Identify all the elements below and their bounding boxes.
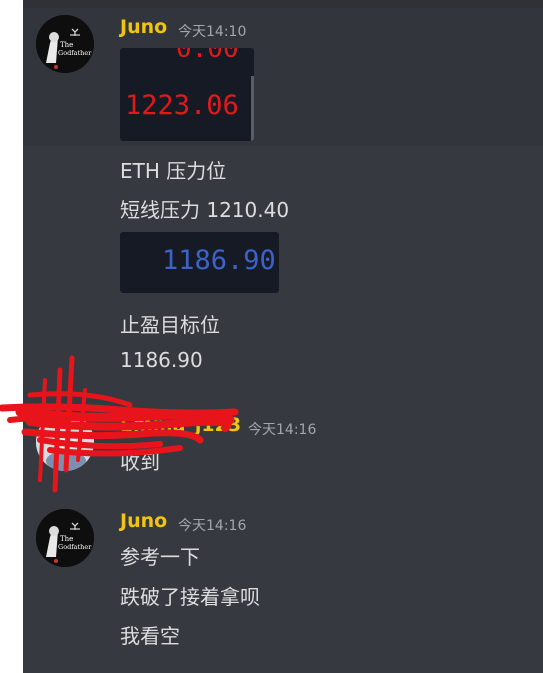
avatar-text-2: Godfather (58, 543, 92, 551)
message-hover-highlight (23, 8, 543, 146)
timestamp: 今天14:10 (178, 24, 247, 40)
scroll-indicator (251, 76, 254, 141)
redaction-scribble (0, 355, 239, 493)
godfather-avatar-icon: The Godfather (36, 15, 94, 73)
godfather-avatar-icon: The Godfather (36, 509, 94, 567)
avatar-text-2: Godfather (58, 49, 92, 57)
avatar-text-1: The (60, 535, 73, 543)
message-text: 止盈目标位 (120, 313, 220, 337)
price-value: 1186.90 (162, 245, 276, 276)
chat-panel: The Godfather Juno 今天14:10 0.00 1223.06 … (23, 0, 543, 673)
avatar[interactable]: The Godfather (36, 509, 94, 567)
username[interactable]: Juno (120, 510, 167, 532)
username[interactable]: Juno (120, 16, 167, 38)
top-strip (23, 0, 543, 8)
message-text: 我看空 (120, 624, 180, 648)
avatar[interactable]: The Godfather (36, 15, 94, 73)
message-text: 短线压力 1210.40 (120, 198, 290, 222)
message-text: 参考一下 (120, 545, 200, 569)
chart-image-attachment[interactable]: 0.00 1223.06 (120, 48, 254, 141)
price-value: 1223.06 (125, 90, 239, 121)
price-image-attachment[interactable]: 1186.90 (120, 232, 279, 293)
message-text: ETH 压力位 (120, 159, 227, 183)
message-text: 跌破了接着拿呗 (120, 585, 260, 609)
price-value-top: 0.00 (176, 48, 239, 64)
timestamp: 今天14:16 (248, 422, 317, 438)
avatar-text-1: The (60, 41, 73, 49)
timestamp: 今天14:16 (178, 518, 247, 534)
